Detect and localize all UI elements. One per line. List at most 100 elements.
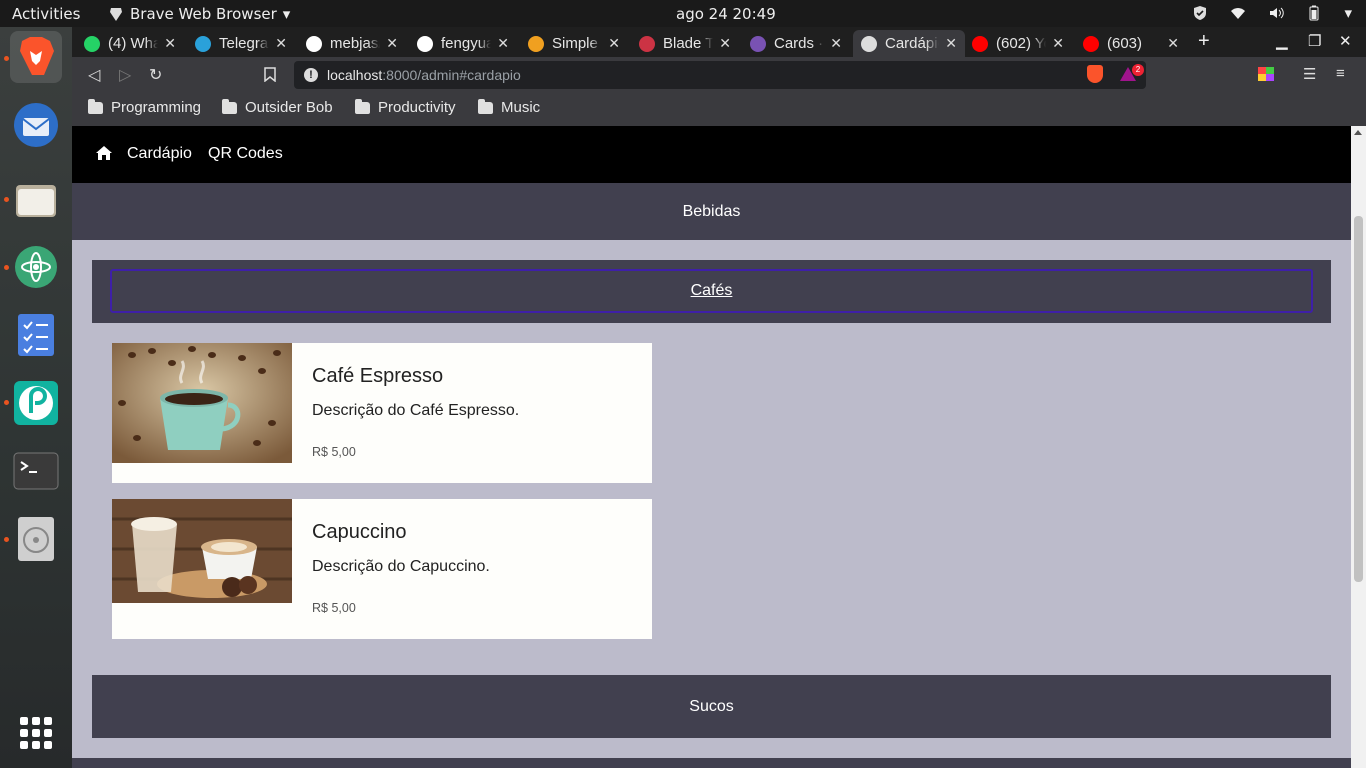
back-button[interactable]: ◁ [88, 65, 100, 85]
dock-tasks[interactable] [10, 309, 62, 361]
close-tab-icon[interactable]: ✕ [386, 35, 398, 52]
laravel-icon [639, 35, 655, 52]
battery-icon[interactable] [1306, 5, 1322, 21]
nav-link-cardapio[interactable]: Cardápio [127, 145, 192, 163]
tab-title: fengyuan [441, 35, 492, 52]
scroll-up-arrow[interactable] [1354, 130, 1362, 135]
subsection-link-cafes[interactable]: Cafés [110, 269, 1313, 313]
browser-tab[interactable]: mebjas/ ✕ [298, 30, 406, 57]
bookmark-folder[interactable]: Programming [88, 98, 202, 116]
bootstrap-icon [750, 35, 766, 52]
wifi-icon[interactable] [1230, 5, 1246, 21]
menu-icon[interactable]: ≡ [1336, 65, 1345, 82]
menu-item-price: R$ 5,00 [312, 601, 356, 615]
reload-button[interactable]: ↻ [149, 65, 162, 85]
menu-item-card[interactable]: Café Espresso Descrição do Café Espresso… [112, 343, 652, 483]
home-icon[interactable] [96, 146, 112, 160]
close-tab-icon[interactable]: ✕ [719, 35, 731, 52]
dock-atom[interactable] [10, 241, 62, 293]
activities-button[interactable]: Activities [12, 5, 80, 23]
menu-item-price: R$ 5,00 [312, 445, 356, 459]
browser-tab[interactable]: (602) YouTube ✕ [964, 30, 1072, 57]
system-tray[interactable]: ▾ [1192, 4, 1352, 22]
scrollbar-thumb[interactable] [1354, 216, 1363, 582]
close-tab-icon[interactable]: ✕ [275, 35, 287, 52]
bookmarks-bar: Programming Outsider Bob Productivity Music [72, 93, 1366, 126]
clock[interactable]: ago 24 20:49 [676, 5, 776, 23]
bookmark-folder[interactable]: Music [478, 98, 541, 116]
site-info-icon[interactable]: ! [304, 68, 318, 82]
close-tab-icon[interactable]: ✕ [608, 35, 620, 52]
dock-thunderbird[interactable] [10, 99, 62, 151]
system-top-bar: Activities Brave Web Browser ▾ ago 24 20… [0, 0, 1366, 27]
brave-lion-icon [110, 8, 122, 21]
github-icon [417, 35, 433, 52]
close-tab-icon[interactable]: ✕ [830, 35, 842, 52]
bookmark-folder[interactable]: Outsider Bob [222, 98, 333, 116]
close-tab-icon[interactable]: ✕ [164, 35, 176, 52]
browser-tab[interactable]: Cardápio ✕ [853, 30, 965, 57]
bookmark-label: Programming [111, 99, 202, 116]
globe-icon [861, 35, 877, 52]
page-viewport[interactable]: Cardápio QR Codes Bebidas Cafés Café Esp… [72, 126, 1366, 768]
browser-tab[interactable]: Cards · B ✕ [742, 30, 850, 57]
address-bar[interactable]: ! localhost:8000/admin#cardapio [294, 61, 1146, 89]
forward-button[interactable]: ▷ [119, 65, 131, 85]
section-header-sucos[interactable]: Sucos [92, 675, 1331, 738]
atom-icon [15, 246, 57, 288]
section-header-bebidas[interactable]: Bebidas [72, 183, 1351, 240]
chevron-down-icon[interactable]: ▾ [1344, 4, 1352, 22]
maximize-button[interactable]: ❐ [1308, 32, 1321, 50]
close-window-button[interactable]: ✕ [1339, 32, 1352, 50]
close-tab-icon[interactable]: ✕ [497, 35, 509, 52]
tab-title: Cards · B [774, 35, 824, 52]
browser-tab[interactable]: (603) ✕ [1075, 30, 1187, 57]
folder-icon [478, 98, 493, 114]
bookmark-label: Outsider Bob [245, 99, 333, 116]
close-tab-icon[interactable]: ✕ [1167, 35, 1179, 52]
menu-item-name: Capuccino [312, 521, 407, 543]
thunderbird-icon [14, 103, 58, 147]
bookmark-label: Productivity [378, 99, 456, 116]
dock-brave[interactable] [10, 31, 62, 83]
color-extension-icon[interactable] [1258, 67, 1274, 81]
telegram-icon [195, 35, 211, 52]
browser-tab[interactable]: fengyuan ✕ [409, 30, 517, 57]
dock-terminal[interactable] [10, 445, 62, 497]
new-tab-button[interactable]: + [1198, 30, 1210, 53]
browser-tab[interactable]: Simple S ✕ [520, 30, 628, 57]
shield-icon[interactable] [1192, 5, 1208, 21]
nav-link-qr-codes[interactable]: QR Codes [208, 145, 283, 163]
page-scrollbar[interactable] [1351, 126, 1366, 768]
dock-pycharm[interactable] [10, 377, 62, 429]
tab-title: Cardápio [885, 35, 939, 52]
minimize-button[interactable]: ▁ [1276, 32, 1288, 50]
tab-title: Blade Te [663, 35, 713, 52]
coffee-cup-image [112, 343, 292, 463]
next-section-header [72, 758, 1351, 768]
dock-disks[interactable] [10, 513, 62, 565]
menu-item-card[interactable]: Capuccino Descrição do Capuccino. R$ 5,0… [112, 499, 652, 639]
youtube-icon [972, 35, 988, 52]
close-tab-icon[interactable]: ✕ [945, 35, 957, 52]
bookmark-label: Music [501, 99, 541, 116]
running-indicator [4, 197, 9, 202]
subsection-header: Cafés [92, 260, 1331, 323]
tasks-icon [18, 314, 54, 356]
volume-icon[interactable] [1268, 5, 1285, 21]
cappuccino-image [112, 499, 292, 603]
running-indicator [4, 265, 9, 270]
browser-toolbar: ◁ ▷ ↻ ! localhost:8000/admin#cardapio [72, 57, 1366, 93]
playlist-icon[interactable]: ☰ [1303, 65, 1316, 83]
browser-tab[interactable]: Blade Te ✕ [631, 30, 739, 57]
show-applications-icon[interactable] [20, 717, 52, 749]
bookmark-icon[interactable] [264, 67, 276, 82]
bookmark-folder[interactable]: Productivity [355, 98, 456, 116]
url-text[interactable]: localhost:8000/admin#cardapio [327, 67, 521, 83]
browser-tab[interactable]: Telegram ✕ [187, 30, 295, 57]
dock-files[interactable] [10, 173, 62, 225]
brave-shields-icon[interactable] [1087, 65, 1103, 83]
browser-tab[interactable]: (4) WhatsApp ✕ [76, 30, 184, 57]
app-menu[interactable]: Brave Web Browser ▾ [108, 5, 290, 23]
close-tab-icon[interactable]: ✕ [1052, 35, 1064, 52]
